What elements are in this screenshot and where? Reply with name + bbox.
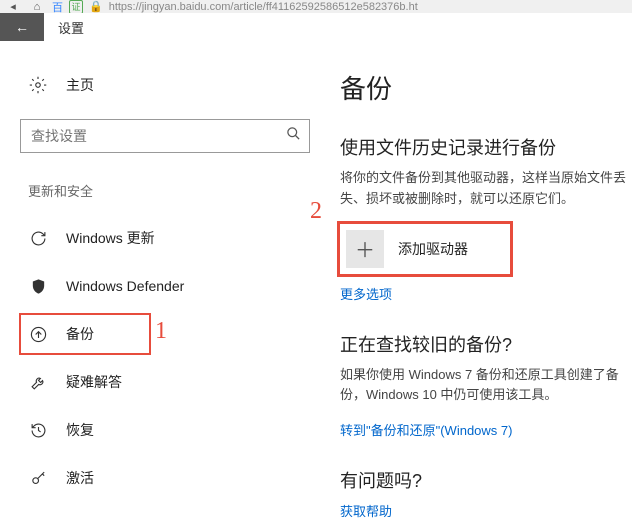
more-options-link[interactable]: 更多选项: [340, 284, 632, 303]
sidebar-item-backup[interactable]: 备份: [20, 314, 150, 354]
arrow-left-icon: ←: [15, 19, 29, 35]
section-heading: 正在查找较旧的备份?: [340, 331, 632, 357]
sidebar-item-label: Windows Defender: [66, 278, 184, 294]
sidebar-item-recovery[interactable]: 恢复: [20, 410, 320, 450]
header-title: 设置: [44, 18, 84, 37]
old-backup-section: 正在查找较旧的备份? 如果你使用 Windows 7 备份和还原工具创建了备份，…: [340, 331, 632, 440]
url-text: https://jingyan.baidu.com/article/ff4116…: [109, 1, 418, 13]
nav-home-icon[interactable]: ⌂: [28, 1, 46, 13]
site-label: 百: [52, 0, 63, 13]
search-box[interactable]: [20, 119, 310, 153]
sidebar-item-label: 激活: [66, 468, 94, 488]
history-icon: [28, 420, 48, 440]
search-input[interactable]: [21, 120, 309, 152]
sidebar-item-update[interactable]: Windows 更新: [20, 218, 320, 258]
plus-icon: ＋: [346, 230, 384, 268]
search-icon: [286, 126, 301, 146]
annotation-2: 2: [310, 198, 322, 225]
win7-backup-link[interactable]: 转到"备份和还原"(Windows 7): [340, 420, 632, 439]
get-help-link[interactable]: 获取帮助: [340, 501, 632, 520]
sidebar: 主页 更新和安全 Windows 更新 Windows Defender: [0, 41, 340, 521]
lock-icon: 🔒: [89, 0, 103, 13]
gear-icon: [28, 75, 48, 95]
back-button[interactable]: ←: [0, 13, 44, 41]
add-drive-button[interactable]: ＋ 添加驱动器: [340, 224, 510, 274]
sidebar-section-label: 更新和安全: [20, 181, 320, 200]
backup-filehistory-section: 使用文件历史记录进行备份 将你的文件备份到其他驱动器，这样当原始文件丢失、损坏或…: [340, 134, 632, 303]
help-section: 有问题吗? 获取帮助: [340, 467, 632, 520]
sidebar-item-label: 备份: [66, 324, 94, 344]
sidebar-item-label: 恢复: [66, 420, 94, 440]
section-heading: 有问题吗?: [340, 467, 632, 493]
section-heading: 使用文件历史记录进行备份: [340, 134, 632, 160]
sync-icon: [28, 228, 48, 248]
sidebar-home[interactable]: 主页: [20, 69, 320, 101]
key-icon: [28, 468, 48, 488]
add-drive-label: 添加驱动器: [398, 239, 468, 259]
nav-back-icon[interactable]: ◂: [4, 0, 22, 13]
sidebar-item-activation[interactable]: 激活: [20, 458, 320, 498]
sidebar-home-label: 主页: [66, 75, 94, 95]
wrench-icon: [28, 372, 48, 392]
verify-badge-icon: 证: [69, 0, 83, 13]
upload-icon: [28, 324, 48, 344]
section-body: 将你的文件备份到其他驱动器，这样当原始文件丢失、损坏或被删除时，就可以还原它们。: [340, 168, 632, 210]
sidebar-item-label: Windows 更新: [66, 228, 155, 248]
sidebar-item-defender[interactable]: Windows Defender: [20, 266, 320, 306]
main-content: 备份 使用文件历史记录进行备份 将你的文件备份到其他驱动器，这样当原始文件丢失、…: [340, 41, 632, 521]
sidebar-item-label: 疑难解答: [66, 372, 122, 392]
shield-icon: [28, 276, 48, 296]
settings-header: ← 设置: [0, 13, 632, 41]
annotation-1: 1: [155, 318, 167, 345]
page-title: 备份: [340, 69, 632, 106]
section-body: 如果你使用 Windows 7 备份和还原工具创建了备份，Windows 10 …: [340, 365, 632, 407]
browser-url-bar: ◂ ⌂ 百 证 🔒 https://jingyan.baidu.com/arti…: [0, 0, 632, 13]
sidebar-item-troubleshoot[interactable]: 疑难解答: [20, 362, 320, 402]
